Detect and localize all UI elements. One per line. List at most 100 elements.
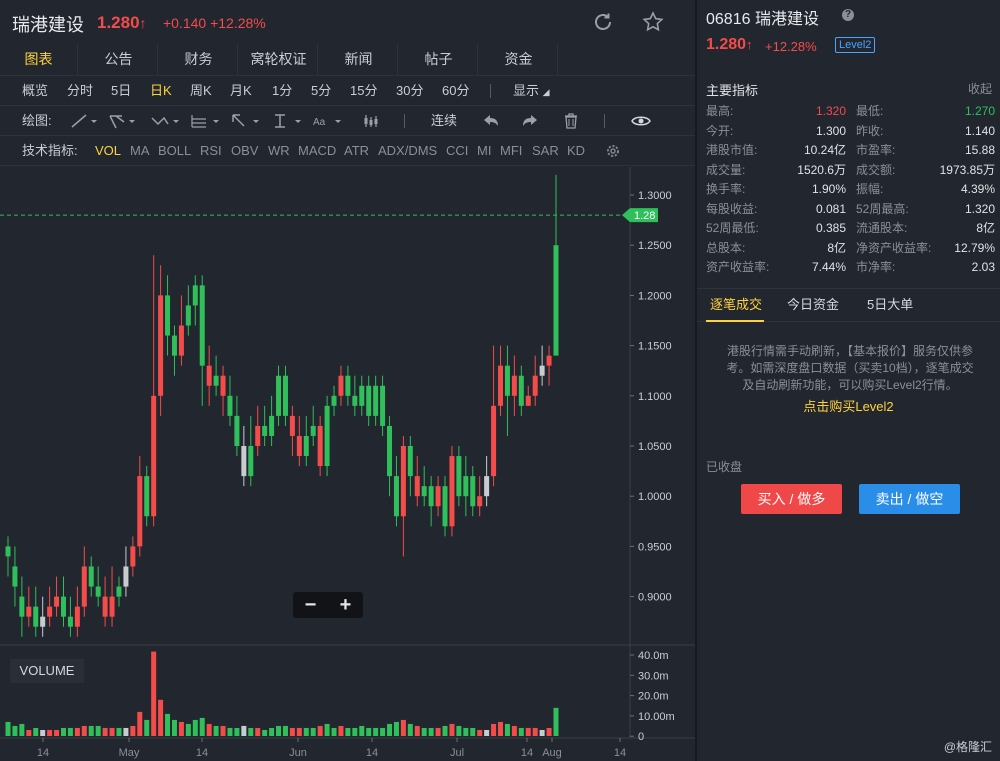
indicator-row: 52周最低: 0.385 流通股本: 8亿	[706, 219, 996, 238]
indicator-mi[interactable]: MI	[477, 136, 491, 166]
arrow-tool-icon[interactable]	[230, 113, 262, 129]
indicator-obv[interactable]: OBV	[231, 136, 258, 166]
indicator-boll[interactable]: BOLL	[158, 136, 191, 166]
tab-today-funds[interactable]: 今日资金	[787, 289, 839, 321]
indicator-value: 8亿	[827, 240, 846, 255]
zoom-in-button[interactable]: +	[328, 592, 363, 618]
trash-icon[interactable]	[563, 113, 579, 129]
indicator-rsi[interactable]: RSI	[200, 136, 222, 166]
redo-icon[interactable]	[522, 113, 540, 129]
price-tick-label: 1.2500	[638, 240, 672, 252]
period-weekly[interactable]: 周K	[190, 76, 212, 106]
indicator-kd[interactable]: KD	[567, 136, 585, 166]
volume-bar	[54, 729, 60, 736]
vertical-line-tool-icon[interactable]	[272, 113, 304, 129]
volume-bar	[234, 727, 240, 736]
period-overview[interactable]: 概览	[22, 76, 48, 106]
eye-icon[interactable]	[631, 113, 651, 129]
level2-badge[interactable]: Level2	[835, 37, 876, 53]
indicator-sar[interactable]: SAR	[532, 136, 559, 166]
price-chart[interactable]: 1.3000 1.2500 1.2000 1.1500 1.1000 1.0500 1.00…	[0, 167, 695, 761]
draw-label: 绘图:	[22, 113, 52, 128]
level2-notice: 港股行情需手动刷新，【基本报价】服务仅供参考。如需深度盘口数据（买卖10档），逐…	[726, 344, 974, 392]
volume-bar	[463, 727, 469, 736]
volume-bar	[116, 727, 122, 736]
tab-posts[interactable]: 帖子	[400, 44, 478, 75]
fibonacci-tool-icon[interactable]	[190, 113, 222, 129]
price-tick-label: 0.9500	[638, 541, 672, 553]
main-tabs: 图表 公告 财务 窝轮权证 新闻 帖子 资金	[0, 44, 695, 76]
indicator-value: 12.79%	[954, 240, 995, 255]
indicator-name: 52周最高:	[856, 201, 909, 216]
indicator-atr[interactable]: ATR	[344, 136, 369, 166]
period-15min[interactable]: 15分	[350, 76, 377, 106]
tab-news[interactable]: 新闻	[320, 44, 398, 75]
volume-label: VOLUME	[10, 659, 84, 683]
indicator-name: 52周最低:	[706, 221, 759, 235]
volume-bar	[546, 727, 552, 736]
chart-panel: 瑞港建设 1.280↑ +0.140 +12.28% 图表 公告 财务 窝轮权证…	[0, 0, 695, 761]
settings-gear-icon[interactable]	[605, 143, 621, 159]
separator	[404, 114, 405, 128]
tab-5day-big-orders[interactable]: 5日大单	[867, 289, 913, 321]
indicator-adx[interactable]: ADX/DMS	[378, 136, 437, 166]
volume-bar	[435, 727, 441, 736]
tab-finance[interactable]: 财务	[160, 44, 238, 75]
candle-body	[54, 596, 60, 607]
candle-body	[477, 496, 483, 507]
candle-body	[324, 405, 330, 467]
tab-chart[interactable]: 图表	[0, 44, 78, 75]
indicator-cci[interactable]: CCI	[446, 136, 468, 166]
buy-long-button[interactable]: 买入 / 做多	[741, 484, 842, 514]
indicator-vol[interactable]: VOL	[95, 136, 121, 166]
period-5day[interactable]: 5日	[111, 76, 131, 106]
volume-bar	[185, 723, 191, 736]
undo-icon[interactable]	[481, 113, 499, 129]
candle-body	[414, 476, 420, 497]
period-5min[interactable]: 5分	[311, 76, 331, 106]
text-tool-icon[interactable]: Aa	[312, 113, 344, 129]
display-dropdown[interactable]: 显示 ◢	[513, 76, 550, 107]
collapse-button[interactable]: 收起	[968, 80, 992, 97]
channel-tool-icon[interactable]	[108, 113, 138, 129]
indicator-wr[interactable]: WR	[268, 136, 290, 166]
tab-funds[interactable]: 资金	[480, 44, 558, 75]
period-intraday[interactable]: 分时	[67, 76, 93, 106]
candle-tool-icon[interactable]	[362, 113, 380, 129]
candle-body	[435, 486, 441, 507]
pattern-tool-icon[interactable]	[150, 113, 182, 129]
volume-bar	[19, 723, 25, 736]
tab-tick-trades[interactable]: 逐笔成交	[710, 289, 762, 321]
indicator-row: 换手率: 1.90% 振幅: 4.39%	[706, 180, 996, 199]
line-tool-icon[interactable]	[70, 113, 100, 129]
period-60min[interactable]: 60分	[442, 76, 469, 106]
continuous-toggle[interactable]: 连续	[431, 106, 457, 136]
volume-bar	[296, 727, 302, 736]
candle-body	[463, 476, 469, 497]
candle-body	[296, 435, 302, 457]
buy-level2-link[interactable]: 点击购买Level2	[697, 396, 1000, 415]
time-tick-label: Jun	[289, 747, 307, 759]
volume-bar	[387, 723, 393, 736]
period-daily[interactable]: 日K	[150, 76, 172, 106]
candle-body	[81, 566, 87, 607]
help-icon[interactable]: ?	[842, 9, 854, 21]
star-icon[interactable]	[641, 10, 665, 34]
indicators-title: 主要指标	[706, 83, 759, 98]
price-tick-label: 1.1500	[638, 341, 672, 353]
indicator-ma[interactable]: MA	[130, 136, 150, 166]
candle-body	[165, 295, 171, 336]
indicator-mfi[interactable]: MFI	[500, 136, 522, 166]
tab-announcements[interactable]: 公告	[80, 44, 158, 75]
period-30min[interactable]: 30分	[396, 76, 423, 106]
period-1min[interactable]: 1分	[272, 76, 292, 106]
zoom-out-button[interactable]: −	[293, 592, 328, 618]
refresh-icon[interactable]	[591, 10, 615, 34]
candle-body	[88, 566, 94, 587]
indicator-macd[interactable]: MACD	[298, 136, 336, 166]
period-monthly[interactable]: 月K	[230, 76, 252, 106]
tab-warrants[interactable]: 窝轮权证	[240, 44, 318, 75]
candle-body	[518, 375, 524, 406]
volume-bar	[456, 725, 462, 736]
sell-short-button[interactable]: 卖出 / 做空	[859, 484, 960, 514]
